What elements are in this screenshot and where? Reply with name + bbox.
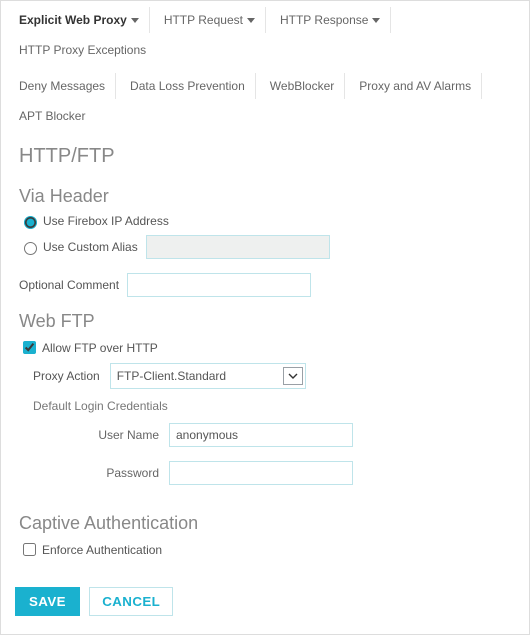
caret-down-icon xyxy=(372,18,380,23)
tab-label: Deny Messages xyxy=(19,79,105,93)
row-optional-comment: Optional Comment xyxy=(19,273,511,297)
tab-proxy-av-alarms[interactable]: Proxy and AV Alarms xyxy=(349,73,482,99)
label-default-login: Default Login Credentials xyxy=(19,399,511,413)
tab-label: WebBlocker xyxy=(270,79,334,93)
tab-dlp[interactable]: Data Loss Prevention xyxy=(120,73,256,99)
row-user-name: User Name xyxy=(19,423,511,447)
tab-label: HTTP Proxy Exceptions xyxy=(19,43,146,57)
checkbox-enforce-auth[interactable] xyxy=(23,543,36,556)
tab-apt-blocker[interactable]: APT Blocker xyxy=(9,103,95,129)
tab-http-proxy-exceptions[interactable]: HTTP Proxy Exceptions xyxy=(9,37,156,63)
tab-explicit-web-proxy[interactable]: Explicit Web Proxy xyxy=(9,7,150,33)
input-custom-alias[interactable] xyxy=(146,235,330,259)
row-use-firebox-ip: Use Firebox IP Address xyxy=(19,213,511,229)
label-use-firebox-ip: Use Firebox IP Address xyxy=(43,214,169,228)
radio-use-custom-alias[interactable] xyxy=(24,242,37,255)
label-password: Password xyxy=(19,466,169,480)
radio-use-firebox-ip[interactable] xyxy=(24,216,37,229)
label-optional-comment: Optional Comment xyxy=(19,278,119,292)
tabs-row-1: Explicit Web Proxy HTTP Request HTTP Res… xyxy=(1,1,529,67)
select-value: FTP-Client.Standard xyxy=(117,369,226,383)
input-optional-comment[interactable] xyxy=(127,273,311,297)
page-title: HTTP/FTP xyxy=(19,145,511,168)
label-allow-ftp: Allow FTP over HTTP xyxy=(42,341,158,355)
tab-deny-messages[interactable]: Deny Messages xyxy=(9,73,116,99)
label-enforce-auth: Enforce Authentication xyxy=(42,543,162,557)
tab-http-request[interactable]: HTTP Request xyxy=(154,7,266,33)
tab-label: Proxy and AV Alarms xyxy=(359,79,471,93)
content: HTTP/FTP Via Header Use Firebox IP Addre… xyxy=(1,133,529,559)
chevron-down-icon xyxy=(283,367,303,385)
row-password: Password xyxy=(19,461,511,485)
checkbox-allow-ftp[interactable] xyxy=(23,341,36,354)
tab-label: HTTP Response xyxy=(280,13,368,27)
tab-label: Explicit Web Proxy xyxy=(19,13,127,27)
row-use-custom-alias: Use Custom Alias xyxy=(19,235,511,259)
row-proxy-action: Proxy Action FTP-Client.Standard xyxy=(19,363,511,389)
tab-label: APT Blocker xyxy=(19,109,85,123)
tabs-row-2: Deny Messages Data Loss Prevention WebBl… xyxy=(1,67,529,133)
section-via-header: Via Header xyxy=(19,186,511,207)
label-use-custom-alias: Use Custom Alias xyxy=(43,240,138,254)
input-user-name[interactable] xyxy=(169,423,353,447)
input-password[interactable] xyxy=(169,461,353,485)
row-allow-ftp: Allow FTP over HTTP xyxy=(19,338,511,357)
label-user-name: User Name xyxy=(19,428,169,442)
caret-down-icon xyxy=(131,18,139,23)
select-proxy-action[interactable]: FTP-Client.Standard xyxy=(110,363,306,389)
footer-buttons: SAVE CANCEL xyxy=(1,565,529,616)
save-button[interactable]: SAVE xyxy=(15,587,80,616)
tab-label: HTTP Request xyxy=(164,13,243,27)
label-proxy-action: Proxy Action xyxy=(33,369,100,383)
tab-label: Data Loss Prevention xyxy=(130,79,245,93)
tab-http-response[interactable]: HTTP Response xyxy=(270,7,391,33)
section-web-ftp: Web FTP xyxy=(19,311,511,332)
cancel-button[interactable]: CANCEL xyxy=(89,587,173,616)
tab-webblocker[interactable]: WebBlocker xyxy=(260,73,345,99)
row-enforce-auth: Enforce Authentication xyxy=(19,540,511,559)
caret-down-icon xyxy=(247,18,255,23)
config-panel: Explicit Web Proxy HTTP Request HTTP Res… xyxy=(0,0,530,635)
